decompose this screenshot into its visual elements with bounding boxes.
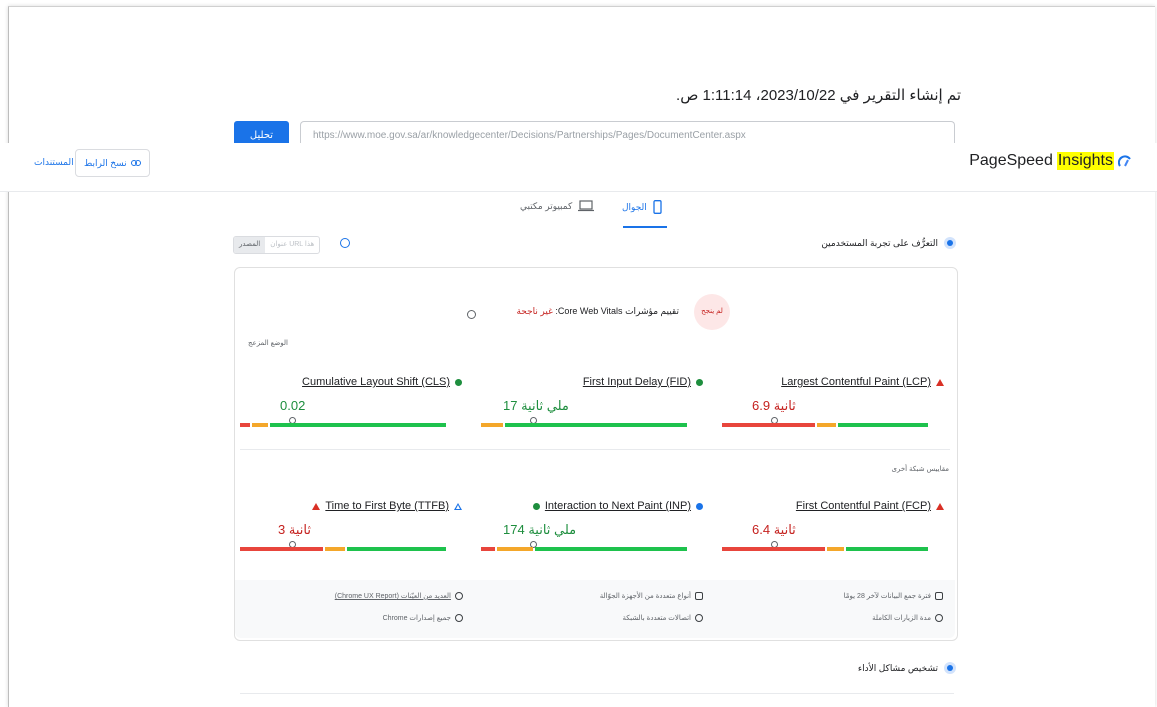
devices-icon bbox=[695, 592, 703, 600]
metric-fid-value: 17 ملي ثانية bbox=[503, 398, 569, 413]
footer-samples: العديد من العيّنات (Chrome UX Report) bbox=[335, 592, 463, 600]
copy-link-label: نسخ الرابط bbox=[84, 157, 127, 168]
metric-fid-distribution bbox=[481, 423, 689, 427]
metric-fcp-distribution bbox=[722, 547, 930, 551]
metric-cls-distribution bbox=[240, 423, 448, 427]
footer-visit-durations-text: مدة الزيارات الكاملة bbox=[872, 615, 931, 622]
cwv-label: تقييم مؤشرات Core Web Vitals: bbox=[555, 306, 679, 316]
report-timestamp: تم إنشاء التقرير في 2023/10/22، 1:11:14 … bbox=[676, 87, 961, 104]
brand-prefix: PageSpeed bbox=[969, 152, 1053, 169]
tab-desktop[interactable]: كمبيوتر مكتبي bbox=[520, 200, 595, 212]
tab-mobile[interactable]: الجوال bbox=[622, 200, 662, 214]
pagespeed-icon bbox=[1118, 155, 1131, 167]
timer-icon bbox=[935, 614, 943, 622]
cwv-fail-badge: لم ينجح bbox=[694, 294, 730, 330]
footer-chrome-versions: جميع إصدارات Chrome bbox=[383, 614, 463, 622]
metrics-divider bbox=[240, 449, 950, 450]
footer-samples-text[interactable]: العديد من العيّنات (Chrome UX Report) bbox=[335, 592, 451, 600]
metric-ttfb-name[interactable]: Time to First Byte (TTFB) bbox=[325, 500, 449, 512]
section-title: التعرُّف على تجربة المستخدمين bbox=[821, 237, 956, 249]
tab-mobile-label: الجوال bbox=[622, 201, 647, 212]
users-icon bbox=[944, 237, 956, 249]
good-dot-icon bbox=[532, 502, 540, 510]
footer-collection-period: فترة جمع البيانات لآخر 28 يومًا bbox=[844, 592, 943, 600]
calendar-icon bbox=[935, 592, 943, 600]
bottom-divider bbox=[240, 693, 954, 694]
diagnose-section-title: تشخيص مشاكل الأداء bbox=[858, 662, 956, 674]
info-dot-icon bbox=[696, 502, 703, 510]
cwv-assessment: تقييم مؤشرات Core Web Vitals: غير ناجحة bbox=[516, 306, 679, 317]
other-metrics-label: مقاييس شبكة أخرى bbox=[891, 466, 949, 473]
diagnose-icon bbox=[944, 662, 956, 674]
metric-lcp-name[interactable]: Largest Contentful Paint (LCP) bbox=[781, 376, 931, 388]
metric-inp[interactable]: Interaction to Next Paint (INP) 174 ملي … bbox=[481, 500, 703, 556]
source-toggle[interactable]: المصدر عنوان URL هذا bbox=[233, 236, 321, 254]
tab-mobile-underline bbox=[623, 226, 667, 228]
metric-lcp-value: 6.9 ثانية bbox=[752, 398, 796, 413]
metric-fid-name[interactable]: First Input Delay (FID) bbox=[583, 376, 691, 388]
metric-cls-name[interactable]: Cumulative Layout Shift (CLS) bbox=[302, 376, 450, 388]
copy-link-button[interactable]: نسخ الرابط bbox=[75, 149, 150, 177]
scope-label: الوضع المزعج bbox=[248, 340, 288, 347]
poor-triangle-icon bbox=[312, 502, 321, 510]
metric-inp-name[interactable]: Interaction to Next Paint (INP) bbox=[545, 500, 691, 512]
metric-ttfb-distribution bbox=[240, 547, 448, 551]
data-info-strip bbox=[235, 580, 955, 638]
footer-visit-durations: مدة الزيارات الكاملة bbox=[872, 614, 943, 622]
poor-triangle-icon bbox=[936, 378, 944, 386]
poor-triangle-icon bbox=[936, 502, 944, 510]
laptop-icon bbox=[578, 200, 595, 212]
wifi-icon bbox=[695, 614, 703, 622]
metric-lcp[interactable]: Largest Contentful Paint (LCP) 6.9 ثانية bbox=[722, 376, 944, 432]
metric-inp-distribution bbox=[481, 547, 689, 551]
brand-logo[interactable]: PageSpeed Insights bbox=[969, 152, 1132, 170]
phone-icon bbox=[653, 200, 662, 214]
source-origin-option[interactable]: المصدر bbox=[234, 237, 266, 253]
metric-lcp-distribution bbox=[722, 423, 930, 427]
experimental-triangle-icon bbox=[454, 502, 462, 510]
help-icon[interactable] bbox=[467, 310, 476, 319]
link-icon bbox=[130, 160, 141, 166]
group-icon bbox=[455, 592, 463, 600]
footer-collection-period-text: فترة جمع البيانات لآخر 28 يومًا bbox=[843, 593, 931, 600]
cwv-status: غير ناجحة bbox=[516, 306, 553, 316]
metric-cls-value: 0.02 bbox=[280, 398, 306, 413]
source-url-option[interactable]: عنوان URL هذا bbox=[265, 237, 319, 253]
diagnose-title-text: تشخيص مشاكل الأداء bbox=[857, 662, 938, 673]
info-icon[interactable] bbox=[340, 238, 350, 248]
metric-ttfb[interactable]: Time to First Byte (TTFB) 3 ثانية bbox=[240, 500, 462, 556]
footer-chrome-versions-text: جميع إصدارات Chrome bbox=[382, 615, 451, 622]
footer-connections: اتصالات متعددة بالشبكة bbox=[623, 614, 703, 622]
footer-devices: أنواع متعددة من الأجهزة الجوّالة bbox=[600, 592, 703, 600]
tab-desktop-label: كمبيوتر مكتبي bbox=[520, 200, 573, 211]
footer-connections-text: اتصالات متعددة بالشبكة bbox=[622, 615, 691, 622]
metric-cls[interactable]: Cumulative Layout Shift (CLS) 0.02 bbox=[240, 376, 462, 432]
good-dot-icon bbox=[696, 378, 703, 386]
metric-fcp-value: 6.4 ثانية bbox=[752, 522, 796, 537]
chrome-icon bbox=[455, 614, 463, 622]
metric-inp-value: 174 ملي ثانية bbox=[503, 522, 577, 537]
metric-fcp[interactable]: First Contentful Paint (FCP) 6.4 ثانية bbox=[722, 500, 944, 556]
brand-highlight: Insights bbox=[1056, 152, 1114, 170]
docs-link[interactable]: المستندات bbox=[34, 157, 74, 168]
analyze-button[interactable]: تحليل bbox=[234, 121, 289, 143]
metric-ttfb-value: 3 ثانية bbox=[278, 522, 311, 537]
good-dot-icon bbox=[455, 378, 462, 386]
url-input[interactable]: https://www.moe.gov.sa/ar/knowledgecente… bbox=[300, 121, 955, 143]
metric-fid[interactable]: First Input Delay (FID) 17 ملي ثانية bbox=[481, 376, 703, 432]
section-title-text: التعرُّف على تجربة المستخدمين bbox=[821, 237, 938, 248]
metric-fcp-name[interactable]: First Contentful Paint (FCP) bbox=[796, 500, 931, 512]
footer-devices-text: أنواع متعددة من الأجهزة الجوّالة bbox=[599, 593, 691, 600]
